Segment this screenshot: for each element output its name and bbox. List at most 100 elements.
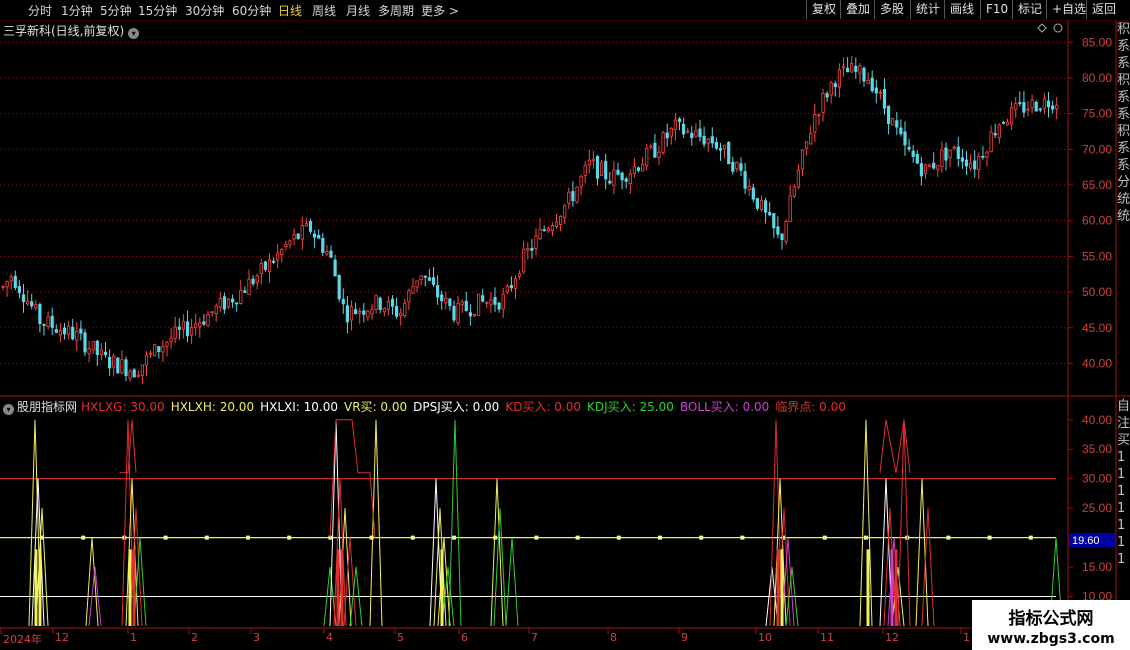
candle-body [370, 309, 374, 315]
candle-body [489, 299, 493, 306]
indicator-tick-label: 25.00 [1082, 501, 1112, 515]
candle-body [165, 341, 169, 347]
candle-body [940, 150, 944, 167]
candle-body [944, 147, 948, 161]
price-tick-label: 45.00 [1082, 321, 1112, 335]
candle-body [128, 371, 132, 379]
candle-body [255, 275, 259, 283]
candle-body [567, 191, 571, 204]
candle-body [427, 277, 432, 281]
signal-bar [780, 549, 784, 626]
candle-body [1018, 102, 1022, 104]
candle-body [969, 162, 973, 169]
chart-canvas[interactable]: 85.00 80.00 75.00 70.00 65.00 60.00 55.00 50.00… [0, 0, 1130, 650]
candle-body [600, 162, 604, 176]
signal-spike [31, 478, 45, 627]
candle-body [280, 248, 284, 255]
candle-body [587, 159, 591, 166]
candle-body [595, 155, 600, 179]
signal-spike [121, 419, 135, 627]
candle-body [899, 127, 903, 135]
indicator-name[interactable]: 股朋指标网 [17, 400, 77, 414]
signal-spike [859, 419, 873, 627]
signal-spike [369, 419, 383, 627]
signal-dot [493, 535, 498, 540]
candle-body [464, 300, 468, 311]
time-label: 1 [963, 631, 970, 644]
current-value-label: 19.60 [1072, 535, 1100, 547]
right-side-text: 积系系积系系积系系分统统 [1117, 22, 1130, 224]
signal-bar [894, 549, 898, 626]
candle-body [329, 250, 333, 258]
candle-body [649, 145, 653, 148]
candle-body [981, 155, 985, 158]
candle-body [772, 213, 776, 229]
settings-icon[interactable] [1053, 23, 1063, 33]
chevron-down-icon[interactable]: ▾ [3, 404, 14, 415]
time-label: 11 [820, 631, 834, 644]
candle-body [181, 321, 185, 330]
signal-spike [429, 478, 443, 627]
candle-body [390, 298, 395, 307]
candle-body [948, 149, 952, 158]
candle-body [468, 312, 473, 317]
candle-body [645, 147, 649, 167]
candle-body [776, 226, 780, 235]
candle-body [1046, 100, 1051, 108]
price-tick-label: 80.00 [1082, 71, 1112, 85]
candle-body [727, 142, 731, 165]
candle-body [124, 359, 128, 377]
candle-body [431, 277, 436, 285]
candle-body [407, 290, 411, 303]
candle-body [1001, 121, 1006, 124]
candle-body [247, 278, 251, 296]
signal-spike [769, 419, 783, 627]
candle-body [218, 298, 222, 308]
diamond-icon[interactable] [1037, 23, 1047, 33]
candle-body [99, 349, 103, 356]
signal-bar [34, 549, 38, 626]
signal-bar [132, 549, 136, 626]
candle-body [435, 285, 440, 298]
candle-body [723, 144, 727, 150]
candle-body [239, 289, 243, 304]
signal-dot [740, 535, 745, 540]
indicator-value: VR买: 0.00 [343, 400, 408, 414]
signal-bar [340, 549, 344, 626]
candle-body [800, 149, 805, 170]
signal-spike [505, 537, 519, 627]
candle-body [1042, 98, 1046, 109]
candle-body [735, 162, 739, 170]
candle-body [731, 161, 735, 172]
signal-dot [987, 535, 992, 540]
candle-body [559, 215, 563, 225]
candle-body [780, 233, 784, 241]
candle-body [148, 352, 153, 355]
candle-body [554, 221, 559, 227]
candle-body [1034, 101, 1038, 112]
candle-body [235, 302, 239, 305]
indicator-value: 临界点: 0.00 [775, 400, 846, 414]
candle-body [75, 331, 79, 341]
candle-body [288, 240, 292, 245]
candle-body [624, 178, 628, 182]
signal-dot [204, 535, 209, 540]
candle-body [698, 128, 702, 138]
candle-body [292, 234, 296, 240]
indicator-value: HXLXH: 20.00 [170, 400, 255, 414]
time-label: 4 [326, 631, 333, 644]
candle-body [616, 169, 620, 175]
candle-body [476, 293, 481, 316]
candle-body [764, 200, 768, 213]
price-tick-label: 50.00 [1082, 285, 1112, 299]
candle-body [841, 66, 846, 69]
candle-body [34, 304, 38, 309]
candle-body [583, 164, 587, 176]
candle-body [759, 200, 764, 211]
candle-body [411, 286, 415, 294]
candle-body [452, 305, 456, 321]
candle-body [321, 237, 325, 253]
candle-body [95, 340, 99, 355]
signal-bar [128, 549, 132, 626]
watermark-logo: 指标公式网 www.zbgs3.com [972, 600, 1130, 650]
